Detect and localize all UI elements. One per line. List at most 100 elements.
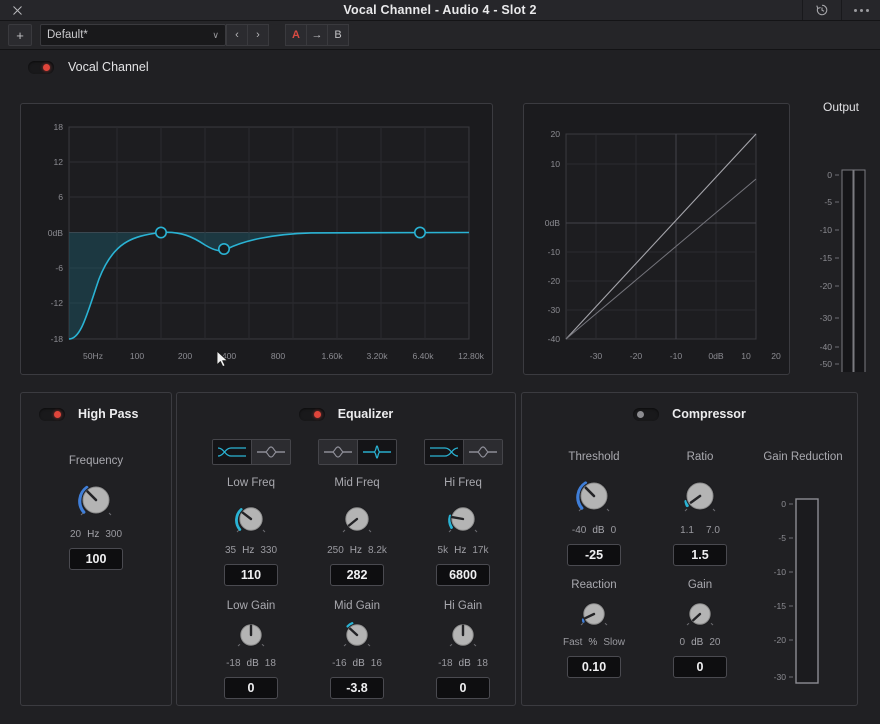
mid-freq-value-input[interactable]: 282: [330, 564, 384, 586]
low-freq-knob[interactable]: [228, 496, 274, 542]
equalizer-enable-toggle[interactable]: [298, 407, 325, 421]
compressor-title: Compressor: [672, 407, 746, 421]
chevron-down-icon: ∨: [212, 29, 219, 40]
plugin-name-label: Vocal Channel: [68, 60, 149, 74]
low-gain-value-input[interactable]: 0: [224, 677, 278, 699]
threshold-knob[interactable]: [568, 470, 620, 522]
compressor-ratio-control: Ratio 1.1 7.0 1.5: [650, 451, 750, 566]
frequency-value-input[interactable]: 100: [69, 548, 123, 570]
threshold-scale: -40 dB 0: [572, 525, 616, 536]
low-gain-label: Low Gain: [226, 600, 276, 612]
output-tick: -5: [824, 197, 832, 207]
preset-b-button[interactable]: B: [328, 24, 349, 46]
output-tick: -20: [820, 281, 833, 291]
hi-gain-value-input[interactable]: 0: [436, 677, 490, 699]
low-gain-max: 18: [264, 658, 276, 669]
reaction-value-input[interactable]: 0.10: [567, 656, 621, 678]
gr-tick: -5: [778, 533, 786, 543]
high-pass-frequency-control: Frequency 20 Hz 300 100: [21, 455, 171, 570]
frequency-knob[interactable]: [70, 474, 122, 526]
frequency-knob-scale: 20 Hz 300: [70, 529, 122, 540]
ratio-knob[interactable]: [674, 470, 726, 522]
narrow-bell-icon[interactable]: [356, 440, 396, 464]
mid-gain-min: -16: [332, 658, 347, 669]
high-pass-title: High Pass: [78, 407, 139, 421]
gain-knob[interactable]: [680, 598, 720, 634]
more-options-icon[interactable]: [841, 0, 880, 20]
ratio-value-input[interactable]: 1.5: [673, 544, 727, 566]
window-title-bar: Vocal Channel - Audio 4 - Slot 2: [0, 0, 880, 21]
hi-freq-label: Hi Freq: [444, 477, 482, 489]
compressor-curve-graph[interactable]: 20 10 0dB -10 -20 -30 -40 -30 -20 -10 0d…: [524, 104, 789, 374]
vocal-channel-enable-toggle[interactable]: [28, 60, 54, 74]
eq-y-tick: 6: [58, 192, 63, 202]
mid-freq-knob[interactable]: [334, 496, 380, 542]
gain-min: 0: [679, 637, 686, 648]
gain-value-input[interactable]: 0: [673, 656, 727, 678]
preset-dropdown[interactable]: Default* ∨: [40, 24, 226, 46]
hi-freq-knob[interactable]: [440, 496, 486, 542]
output-tick: -40: [820, 342, 833, 352]
output-tick: -50: [820, 359, 833, 369]
eq-x-tick: 200: [178, 351, 193, 361]
comp-y-tick: -40: [548, 334, 561, 344]
vocal-channel-plugin-window: Vocal Channel - Audio 4 - Slot 2 + Defau…: [0, 0, 880, 724]
eq-x-tick: 800: [271, 351, 286, 361]
gain-reduction-meter: 0 -5 -10 -15 -20 -30: [774, 498, 819, 684]
eq-y-tick: -12: [51, 298, 64, 308]
low-freq-scale: 35 Hz 330: [225, 545, 277, 556]
compressor-enable-toggle[interactable]: [633, 407, 660, 421]
low-gain-knob[interactable]: [231, 619, 271, 655]
previous-preset-button[interactable]: ‹: [226, 24, 248, 46]
threshold-min: -40: [571, 525, 587, 536]
low-band-handle: [155, 226, 168, 239]
titlebar-actions: [802, 0, 880, 20]
eq-x-tick: 3.20k: [366, 351, 388, 361]
threshold-value-input[interactable]: -25: [567, 544, 621, 566]
reaction-label: Reaction: [571, 579, 617, 591]
frequency-max: 300: [105, 529, 123, 540]
low-shelf-icon[interactable]: [212, 440, 251, 464]
high-shelf-icon[interactable]: [424, 440, 463, 464]
mid-gain-knob[interactable]: [337, 619, 377, 655]
hi-gain-knob[interactable]: [443, 619, 483, 655]
preset-a-button[interactable]: A: [285, 24, 307, 46]
add-preset-button[interactable]: +: [8, 24, 32, 46]
close-icon[interactable]: [0, 0, 34, 20]
bell-icon[interactable]: [250, 440, 290, 464]
mid-gain-label: Mid Gain: [333, 600, 381, 612]
hi-band-filter-type: [423, 439, 503, 465]
eq-y-tick: 18: [53, 122, 63, 132]
hi-gain-max: 18: [476, 658, 488, 669]
eq-y-tick: -6: [55, 263, 63, 273]
copy-a-to-b-button[interactable]: →: [307, 24, 328, 46]
reaction-max: Slow: [603, 637, 626, 648]
comp-y-tick: 20: [550, 129, 560, 139]
eq-curve-graph[interactable]: 18 12 6 0dB -6 -12 -18 50Hz 100 200 400 …: [21, 104, 492, 374]
reaction-knob[interactable]: [574, 598, 614, 634]
mid-gain-value-input[interactable]: -3.8: [330, 677, 384, 699]
eq-y-tick: 0dB: [48, 228, 64, 238]
wide-bell-icon[interactable]: [318, 440, 357, 464]
ab-compare-group: A → B: [285, 24, 349, 46]
low-freq-value-input[interactable]: 110: [224, 564, 278, 586]
output-tick: -30: [820, 313, 833, 323]
low-gain-unit: dB: [246, 658, 259, 669]
bell-icon[interactable]: [462, 440, 502, 464]
ratio-scale: 1.1 7.0: [680, 525, 720, 536]
output-tick: 0: [827, 170, 832, 180]
high-pass-enable-toggle[interactable]: [39, 407, 65, 421]
hi-freq-value-input[interactable]: 6800: [436, 564, 490, 586]
eq-y-tick: 12: [53, 157, 63, 167]
eq-band-hi: Hi Freq 5k Hz 17k 6800 Hi Gain -18 dB 18…: [411, 439, 515, 699]
high-pass-panel: High Pass Frequency 20 Hz 300 100: [20, 392, 172, 706]
preset-dropdown-value: Default*: [47, 29, 88, 41]
frequency-unit: Hz: [87, 529, 100, 540]
next-preset-button[interactable]: ›: [248, 24, 269, 46]
reset-history-icon[interactable]: [802, 0, 841, 20]
ratio-max: 7.0: [706, 525, 720, 536]
eq-curve-graph-panel[interactable]: 18 12 6 0dB -6 -12 -18 50Hz 100 200 400 …: [20, 103, 493, 375]
compressor-curve-graph-panel[interactable]: 20 10 0dB -10 -20 -30 -40 -30 -20 -10 0d…: [523, 103, 790, 375]
gain-reduction-section: Gain Reduction 0 -5 -10 -15 -20 -30: [750, 451, 856, 698]
mid-freq-max: 8.2k: [368, 545, 387, 556]
